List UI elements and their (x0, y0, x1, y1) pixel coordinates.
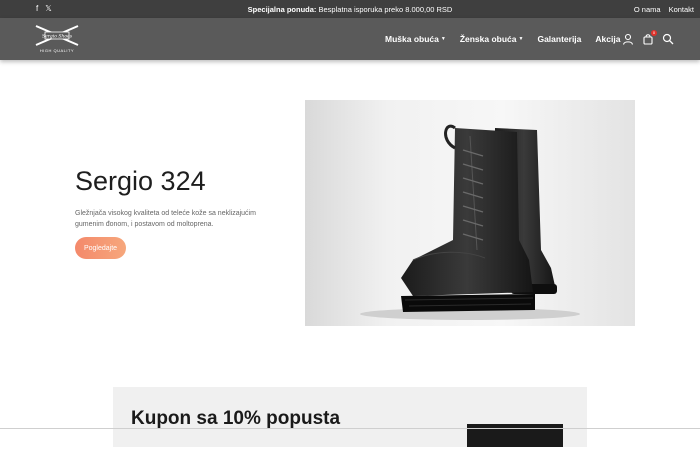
coupon-title: Kupon sa 10% popusta (131, 408, 341, 429)
hero-description: Gležnjača visokog kvaliteta od telećе ko… (75, 210, 256, 228)
chevron-down-icon: ▼ (518, 36, 524, 42)
user-icon[interactable] (622, 32, 634, 45)
logo-mark-icon: Sergio Shoes (35, 25, 79, 46)
menu-item-accessories[interactable]: Galanterija (537, 34, 581, 44)
coupon-banner: Kupon sa 10% popusta (113, 387, 587, 447)
menu-item-sale[interactable]: Akcija (595, 34, 620, 44)
logo-tagline: HIGH QUALITY (39, 48, 75, 53)
hero-title: Sergio 324 (75, 166, 206, 196)
main-menu: Muška obuća ▼ Ženska obuća ▼ Galanterija A… (385, 34, 634, 44)
contact-link[interactable]: Kontakt (669, 5, 694, 14)
promo-text: Specijalna ponuda: Besplatna isporuka pr… (0, 5, 700, 14)
main-navbar: Sergio Shoes HIGH QUALITY Muška obuća ▼ Ž… (0, 18, 700, 60)
menu-item-men-shoes[interactable]: Muška obuća ▼ (385, 34, 446, 44)
menu-item-label: Ženska obuća (459, 34, 517, 44)
chevron-down-icon: ▼ (440, 36, 446, 42)
nav-icons: 0 (622, 30, 674, 45)
menu-item-label: Galanterija (537, 34, 582, 44)
cart-count-badge: 0 (651, 30, 657, 36)
cart-icon[interactable]: 0 (642, 30, 657, 45)
hero-product-image[interactable] (305, 100, 635, 326)
menu-item-women-shoes[interactable]: Ženska obuća ▼ (460, 34, 524, 44)
menu-item-label: Akcija (595, 34, 621, 44)
top-links: O nama Kontakt (634, 5, 694, 14)
promo-label: Specijalna ponuda: (247, 5, 317, 14)
menu-item-label: Muška obuća (385, 34, 439, 44)
promo-message: Besplatna isporuka preko 8.000,00 RSD (316, 5, 453, 14)
logo-brand-text: Sergio Shoes (42, 34, 73, 40)
boot-front (401, 124, 535, 312)
search-icon[interactable] (662, 32, 674, 45)
divider (0, 428, 700, 429)
site-logo[interactable]: Sergio Shoes HIGH QUALITY (33, 23, 81, 55)
about-link[interactable]: O nama (634, 5, 661, 14)
top-bar: f 𝕏 Specijalna ponuda: Besplatna isporuk… (0, 0, 700, 18)
view-product-button[interactable]: Pogledajte (75, 237, 126, 259)
